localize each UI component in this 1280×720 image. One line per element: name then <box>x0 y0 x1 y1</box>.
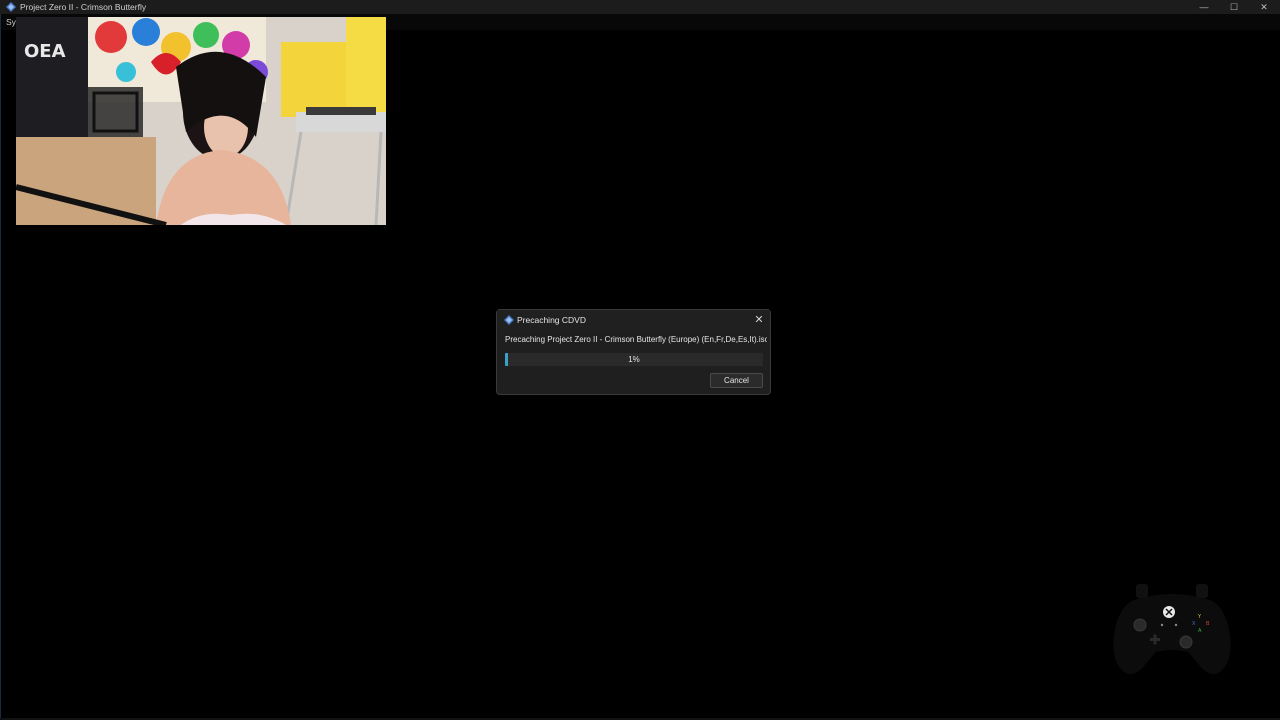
window-title: Project Zero II - Crimson Butterfly <box>20 2 147 12</box>
dialog-title: Precaching CDVD <box>517 315 586 325</box>
webcam-overlay: OEA <box>16 17 386 225</box>
app-icon <box>504 315 514 325</box>
close-icon[interactable]: ✕ <box>752 313 766 327</box>
dialog-message: Precaching Project Zero II - Crimson But… <box>505 335 767 344</box>
window-border <box>0 14 1 720</box>
title-bar[interactable]: Project Zero II - Crimson Butterfly — ☐ … <box>0 0 1280 14</box>
cancel-button[interactable]: Cancel <box>710 373 763 388</box>
minimize-button[interactable]: — <box>1189 0 1219 14</box>
svg-text:X: X <box>1192 621 1196 627</box>
menu-item-system[interactable]: Sy <box>6 16 16 28</box>
dialog-title-bar[interactable]: Precaching CDVD ✕ <box>497 310 770 330</box>
svg-text:OEA: OEA <box>24 41 66 62</box>
precache-dialog: Precaching CDVD ✕ Precaching Project Zer… <box>496 309 771 395</box>
close-button[interactable]: ✕ <box>1249 0 1279 14</box>
maximize-button[interactable]: ☐ <box>1219 0 1249 14</box>
app-window: Project Zero II - Crimson Butterfly — ☐ … <box>0 0 1280 720</box>
app-icon <box>6 2 16 12</box>
webcam-feed-image: OEA <box>16 17 386 225</box>
progress-bar: 1% <box>505 353 763 366</box>
svg-text:A: A <box>1198 628 1202 634</box>
progress-percent: 1% <box>628 355 640 364</box>
svg-text:B: B <box>1206 621 1210 627</box>
gamepad-icon: Y B X A <box>1113 584 1231 674</box>
